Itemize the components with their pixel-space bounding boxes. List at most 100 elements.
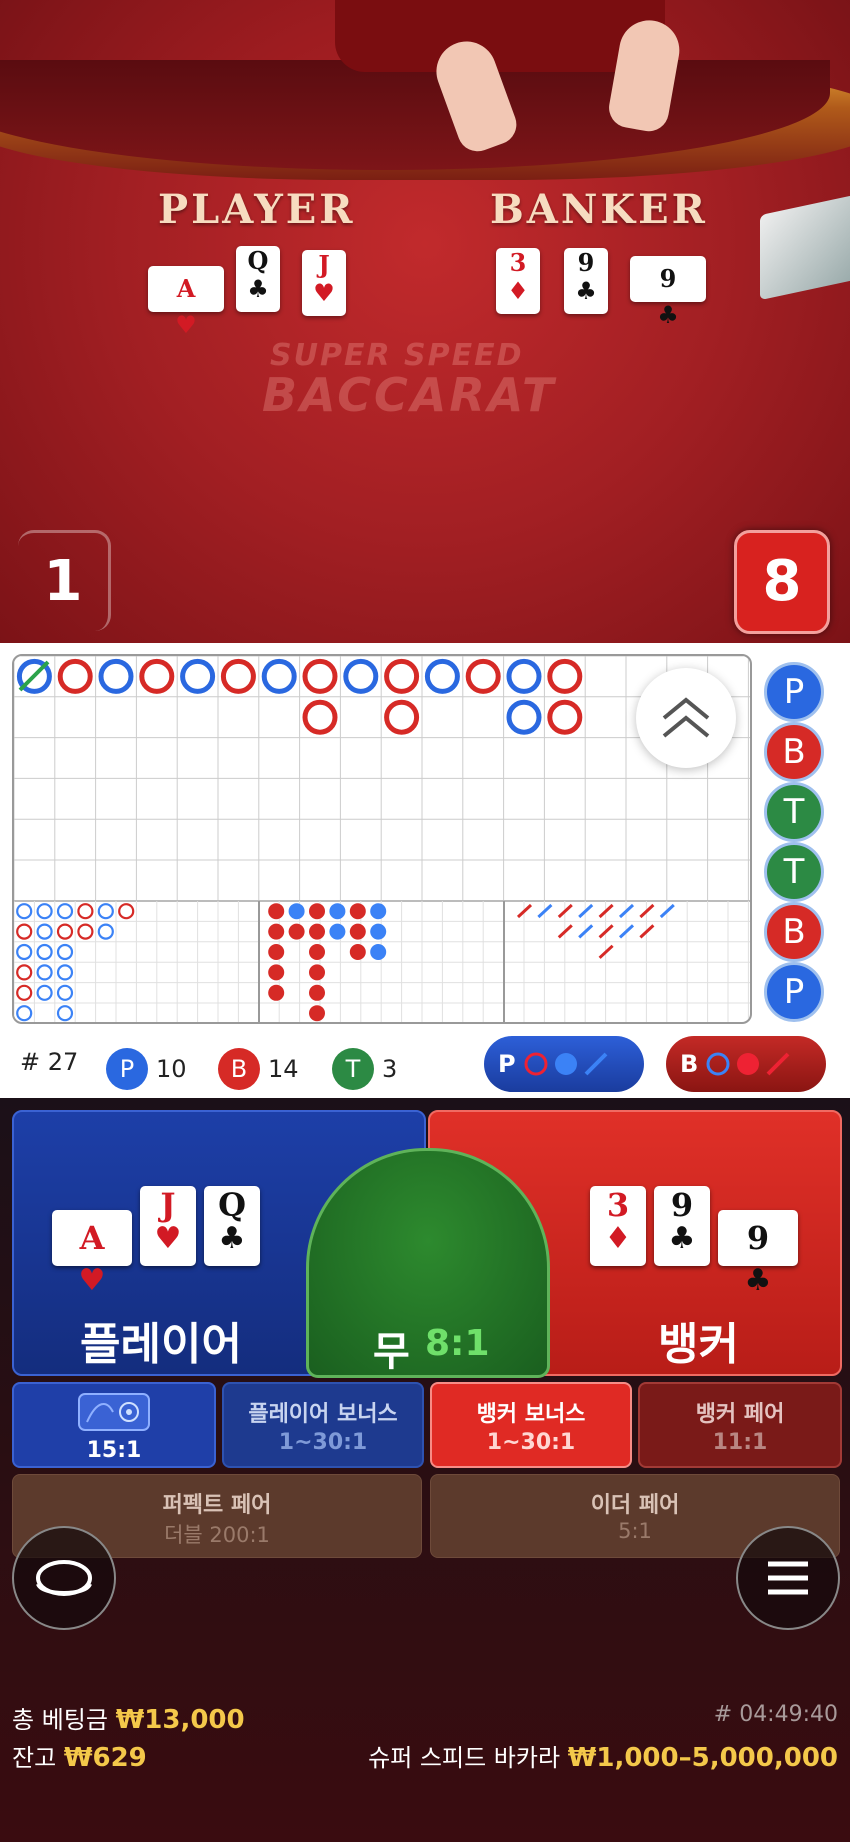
player-ask-letter: P bbox=[498, 1050, 516, 1078]
banker-ask-button[interactable]: B bbox=[666, 1036, 826, 1092]
big-eye-bead bbox=[36, 984, 53, 1001]
chevron-up-icon bbox=[662, 697, 710, 738]
banker-road-bead bbox=[384, 658, 420, 694]
balance-label: 잔고 bbox=[12, 1744, 57, 1772]
card-suit-icon: ♥ bbox=[175, 310, 197, 339]
total-bet: 총 베팅금 ₩13,000 bbox=[12, 1700, 245, 1735]
player-road-bead bbox=[180, 658, 216, 694]
banker-bonus-odds: 1~30:1 bbox=[486, 1430, 576, 1455]
banker-road-bead bbox=[302, 658, 338, 694]
banker-bet-card: 9 ♣ bbox=[718, 1210, 798, 1296]
player-bet-card: J ♥ bbox=[140, 1186, 196, 1266]
banker-road-bead bbox=[139, 658, 175, 694]
card-rank: J bbox=[318, 250, 330, 279]
banker-road-bead bbox=[384, 699, 420, 735]
card-rank: A bbox=[176, 274, 196, 303]
card-suit-icon: ♣ bbox=[247, 274, 269, 303]
balance: 잔고 ₩629 bbox=[12, 1738, 147, 1773]
card-suit-icon: ♣ bbox=[575, 276, 597, 305]
card-rank: 9 bbox=[659, 264, 677, 293]
banker-dot: B bbox=[218, 1048, 260, 1090]
dealer bbox=[335, 0, 665, 72]
live-video: PLAYER BANKER A ♥ Q ♣ J ♥ 3 ♦ 9 ♣ 9 ♣ SUPER SPEED … bbox=[0, 0, 850, 643]
player-table-card: Q ♣ bbox=[236, 246, 280, 312]
card-rank: J bbox=[160, 1186, 176, 1224]
banker-bet-card: 3 ♦ bbox=[590, 1186, 646, 1266]
big-eye-bead bbox=[36, 943, 53, 961]
card-suit-icon: ♥ bbox=[154, 1221, 182, 1256]
bead-road-bead: P bbox=[764, 962, 824, 1022]
player-road-bead bbox=[261, 658, 297, 694]
banker-wins: B 14 bbox=[218, 1048, 299, 1090]
dragon-bonus-bet[interactable]: 15:1 bbox=[12, 1382, 216, 1468]
big-eye-bead bbox=[36, 923, 53, 940]
bead-road-bead: B bbox=[764, 902, 824, 962]
tie-wins: T 3 bbox=[332, 1048, 397, 1090]
big-eye-bead bbox=[56, 1005, 74, 1022]
total-bet-label: 총 베팅금 bbox=[12, 1706, 108, 1734]
tie-bet-odds: 8:1 bbox=[425, 1323, 490, 1364]
chip-tray-button[interactable] bbox=[12, 1526, 116, 1630]
banker-ask-letter: B bbox=[680, 1050, 699, 1078]
small-road-dot bbox=[288, 903, 305, 920]
table-limits: ₩1,000–5,000,000 bbox=[567, 1743, 838, 1773]
bead-road-bead: T bbox=[764, 842, 824, 902]
table-rail bbox=[0, 60, 850, 180]
card-rank: 9 bbox=[670, 1186, 694, 1224]
big-eye-bead bbox=[77, 923, 94, 940]
small-road-dot bbox=[309, 1005, 325, 1022]
player-bonus-label: 플레이어 보너스 bbox=[248, 1402, 398, 1427]
small-road-dot bbox=[309, 923, 325, 940]
card-suit-icon: ♣ bbox=[657, 300, 679, 329]
player-bet-card: Q ♣ bbox=[204, 1186, 260, 1266]
player-bonus-bet[interactable]: 플레이어 보너스 1~30:1 bbox=[222, 1382, 424, 1468]
card-rank: 9 bbox=[577, 248, 595, 277]
player-road-bead bbox=[424, 658, 460, 694]
perfect-pair-label: 퍼펙트 페어 bbox=[162, 1493, 272, 1518]
player-table-card: J ♥ bbox=[302, 250, 346, 316]
player-wins: P 10 bbox=[106, 1048, 187, 1090]
player-ask-button[interactable]: P bbox=[484, 1036, 644, 1092]
tie-dot: T bbox=[332, 1048, 374, 1090]
tie-wins-count: 3 bbox=[382, 1055, 398, 1083]
small-road-dot bbox=[288, 923, 305, 940]
big-eye-bead bbox=[16, 943, 33, 961]
banker-road-bead bbox=[547, 699, 583, 735]
banker-pair-bet[interactable]: 뱅커 페어 11:1 bbox=[638, 1382, 842, 1468]
small-road-dot bbox=[268, 984, 285, 1001]
banker-table-card: 9 ♣ bbox=[564, 248, 608, 314]
card-rank: 3 bbox=[606, 1186, 630, 1224]
banker-bonus-label: 뱅커 보너스 bbox=[476, 1402, 586, 1427]
player-road-bead bbox=[98, 658, 134, 694]
banker-road-bead bbox=[220, 658, 256, 694]
small-road-dot bbox=[349, 903, 366, 920]
bead-road-bead: B bbox=[764, 722, 824, 782]
player-wins-count: 10 bbox=[156, 1055, 187, 1083]
tie-bet-zone[interactable]: 무 8:1 bbox=[306, 1148, 550, 1378]
banker-score: 8 bbox=[734, 530, 830, 634]
card-rank: Q bbox=[218, 1186, 246, 1224]
big-eye-bead bbox=[56, 984, 74, 1001]
banker-table-card: 3 ♦ bbox=[496, 248, 540, 314]
game-logo-bottom: BACCARAT bbox=[262, 368, 557, 422]
balance-value: ₩629 bbox=[63, 1743, 147, 1773]
card-rank: Q bbox=[247, 246, 269, 275]
menu-icon bbox=[768, 1561, 808, 1595]
banker-side-label: BANKER bbox=[490, 186, 708, 233]
bead-road-column: PBTTBP bbox=[758, 654, 850, 1022]
dragon-bonus-odds: 15:1 bbox=[86, 1438, 142, 1463]
expand-roadmap-button[interactable] bbox=[636, 668, 736, 768]
banker-pair-odds: 11:1 bbox=[712, 1430, 768, 1455]
card-suit-icon: ♦ bbox=[604, 1221, 632, 1256]
banker-table-card: 9 ♣ bbox=[630, 256, 706, 328]
bead-road-bead: T bbox=[764, 782, 824, 842]
card-suit-icon: ♣ bbox=[668, 1221, 696, 1256]
player-road-bead bbox=[506, 658, 542, 694]
banker-bonus-bet[interactable]: 뱅커 보너스 1~30:1 bbox=[430, 1382, 632, 1468]
either-pair-label: 이더 페어 bbox=[590, 1493, 680, 1518]
menu-button[interactable] bbox=[736, 1526, 840, 1630]
small-road-dot bbox=[370, 903, 387, 920]
card-suit-icon: ♦ bbox=[507, 276, 529, 305]
player-score: 1 bbox=[18, 530, 111, 631]
big-eye-bead bbox=[118, 903, 135, 920]
